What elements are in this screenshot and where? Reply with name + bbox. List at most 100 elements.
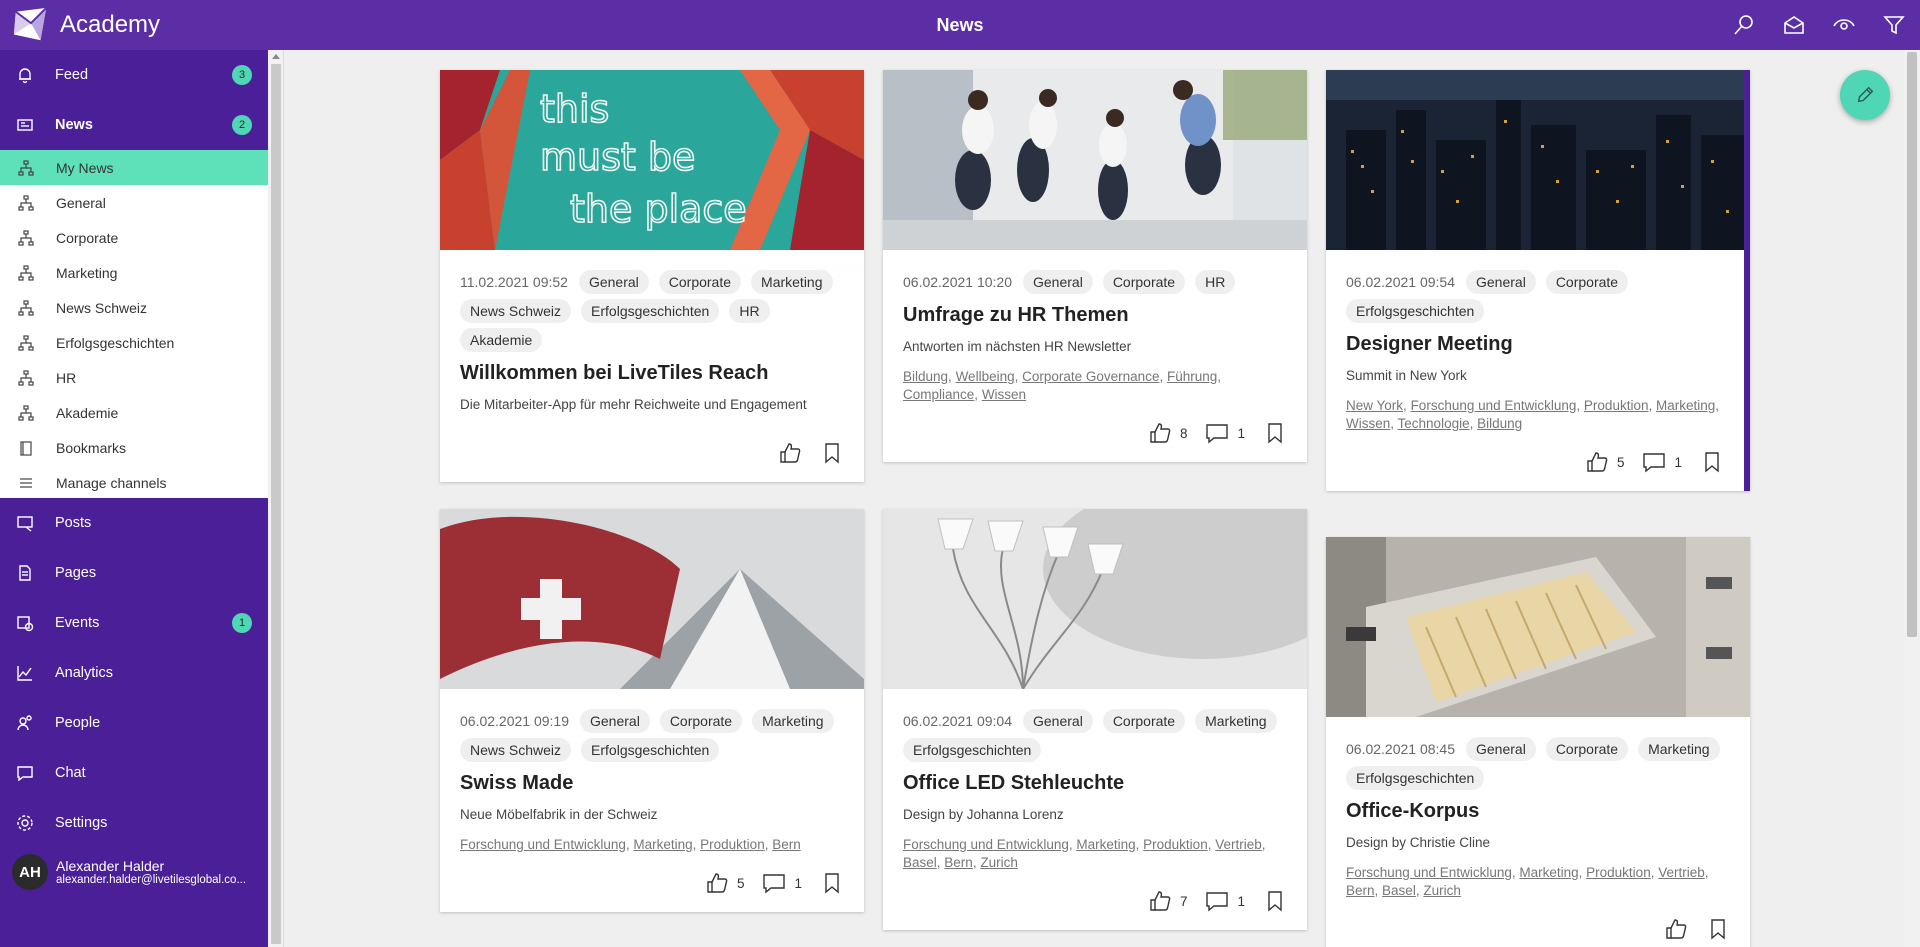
- topic-link[interactable]: Wellbeing: [956, 369, 1015, 384]
- topic-link[interactable]: Marketing: [1656, 398, 1715, 413]
- scrollbar-thumb[interactable]: [271, 64, 281, 944]
- news-card[interactable]: this must be the place 11.02.2021 09:52 G…: [440, 70, 864, 482]
- bookmark-button[interactable]: [1263, 421, 1287, 445]
- sidebar-item-people[interactable]: People: [0, 698, 268, 748]
- channel-tag[interactable]: General: [1466, 737, 1536, 761]
- channel-tag[interactable]: Erfolgsgeschichten: [1346, 299, 1485, 323]
- topic-link[interactable]: Zurich: [1423, 883, 1461, 898]
- sidebar-item-akademie[interactable]: Akademie: [0, 395, 268, 430]
- channel-tag[interactable]: Marketing: [1195, 709, 1277, 733]
- channel-tag[interactable]: General: [1466, 270, 1536, 294]
- sidebar-item-analytics[interactable]: Analytics: [0, 648, 268, 698]
- topic-link[interactable]: Technologie: [1398, 416, 1470, 431]
- comment-button[interactable]: 1: [1642, 450, 1682, 474]
- news-card[interactable]: 06.02.2021 09:54 General Corporate Erfolgsg…: [1326, 70, 1750, 491]
- main-scrollbar[interactable]: [1904, 50, 1920, 947]
- like-button[interactable]: [778, 441, 802, 465]
- channel-tag[interactable]: General: [580, 709, 650, 733]
- sidebar-item-events[interactable]: Events 1: [0, 598, 268, 648]
- channel-tag[interactable]: General: [578, 270, 649, 294]
- card-title[interactable]: Umfrage zu HR Themen: [903, 304, 1287, 327]
- channel-tag[interactable]: Erfolgsgeschichten: [581, 738, 720, 762]
- channel-tag[interactable]: Akademie: [460, 328, 543, 352]
- card-title[interactable]: Willkommen bei LiveTiles Reach: [460, 362, 844, 385]
- sidebar-item-pages[interactable]: Pages: [0, 548, 268, 598]
- search-icon[interactable]: [1732, 13, 1756, 37]
- scroll-up-arrow-icon[interactable]: [272, 54, 280, 59]
- like-button[interactable]: [1664, 917, 1688, 941]
- topic-link[interactable]: Wissen: [982, 387, 1026, 402]
- news-card[interactable]: 06.02.2021 10:20 General Corporate HR Umfra…: [883, 70, 1307, 462]
- card-title[interactable]: Office LED Stehleuchte: [903, 772, 1287, 795]
- topic-link[interactable]: Führung: [1167, 369, 1217, 384]
- comment-button[interactable]: 1: [1205, 421, 1245, 445]
- sidebar-item-feed[interactable]: Feed 3: [0, 50, 268, 100]
- channel-tag[interactable]: Corporate: [1102, 270, 1186, 294]
- filter-icon[interactable]: [1882, 13, 1906, 37]
- sidebar-item-settings[interactable]: Settings: [0, 798, 268, 848]
- sidebar-item-marketing[interactable]: Marketing: [0, 255, 268, 290]
- topic-link[interactable]: Bern: [772, 837, 801, 852]
- sidebar-item-news-schweiz[interactable]: News Schweiz: [0, 290, 268, 325]
- sidebar-item-posts[interactable]: Posts: [0, 498, 268, 548]
- card-title[interactable]: Designer Meeting: [1346, 333, 1724, 356]
- channel-tag[interactable]: General: [1023, 270, 1093, 294]
- like-button[interactable]: 8: [1148, 421, 1187, 445]
- topic-link[interactable]: Bern: [1346, 883, 1375, 898]
- sidebar-item-my-news[interactable]: My News: [0, 150, 268, 185]
- card-title[interactable]: Swiss Made: [460, 772, 844, 795]
- channel-tag[interactable]: HR: [1195, 270, 1236, 294]
- bookmark-button[interactable]: [820, 441, 844, 465]
- brand[interactable]: Academy: [0, 6, 268, 44]
- like-button[interactable]: 5: [705, 871, 744, 895]
- sidebar-item-erfolgsgeschichten[interactable]: Erfolgsgeschichten: [0, 325, 268, 360]
- news-card[interactable]: 06.02.2021 08:45 General Corporate Marketin…: [1326, 537, 1750, 947]
- topic-link[interactable]: Zurich: [980, 855, 1018, 870]
- topic-link[interactable]: Marketing: [1519, 865, 1578, 880]
- compose-post-button[interactable]: [1840, 70, 1890, 120]
- bookmark-button[interactable]: [1700, 450, 1724, 474]
- channel-tag[interactable]: Corporate: [1545, 270, 1629, 294]
- topic-link[interactable]: Bern: [944, 855, 973, 870]
- topic-link[interactable]: Bildung: [903, 369, 948, 384]
- bookmark-button[interactable]: [1706, 917, 1730, 941]
- channel-tag[interactable]: Corporate: [1102, 709, 1186, 733]
- scrollbar-thumb[interactable]: [1907, 52, 1917, 637]
- like-button[interactable]: 7: [1148, 889, 1187, 913]
- topic-link[interactable]: Produktion: [1584, 398, 1649, 413]
- news-card[interactable]: 06.02.2021 09:19 General Corporate Marketin…: [440, 509, 864, 912]
- topic-link[interactable]: Produktion: [700, 837, 765, 852]
- channel-tag[interactable]: HR: [729, 299, 770, 323]
- channel-tag[interactable]: Erfolgsgeschichten: [581, 299, 720, 323]
- channel-tag[interactable]: Marketing: [752, 709, 834, 733]
- topic-link[interactable]: Vertrieb: [1658, 865, 1705, 880]
- channel-tag[interactable]: Corporate: [658, 270, 742, 294]
- channel-tag[interactable]: News Schweiz: [460, 299, 572, 323]
- topic-link[interactable]: Marketing: [633, 837, 692, 852]
- channel-tag[interactable]: Corporate: [659, 709, 743, 733]
- news-card[interactable]: 06.02.2021 09:04 General Corporate Marketin…: [883, 509, 1307, 930]
- channel-tag[interactable]: Marketing: [751, 270, 833, 294]
- topic-link[interactable]: Produktion: [1143, 837, 1208, 852]
- channel-tag[interactable]: Erfolgsgeschichten: [1346, 766, 1485, 790]
- user-profile[interactable]: AH Alexander Halder alexander.halder@liv…: [0, 848, 268, 896]
- channel-tag[interactable]: General: [1023, 709, 1093, 733]
- topic-link[interactable]: Forschung und Entwicklung: [1411, 398, 1577, 413]
- sidebar-item-bookmarks[interactable]: Bookmarks: [0, 430, 268, 465]
- topic-link[interactable]: Vertrieb: [1215, 837, 1262, 852]
- sidebar-item-news[interactable]: News 2: [0, 100, 268, 150]
- topic-link[interactable]: Marketing: [1076, 837, 1135, 852]
- card-title[interactable]: Office-Korpus: [1346, 800, 1730, 823]
- channel-tag[interactable]: Marketing: [1638, 737, 1720, 761]
- sidebar-scrollbar[interactable]: [268, 50, 284, 947]
- topic-link[interactable]: Produktion: [1586, 865, 1651, 880]
- sidebar-item-corporate[interactable]: Corporate: [0, 220, 268, 255]
- comment-button[interactable]: 1: [762, 871, 802, 895]
- channel-tag[interactable]: Erfolgsgeschichten: [903, 738, 1042, 762]
- sidebar-item-hr[interactable]: HR: [0, 360, 268, 395]
- channel-tag[interactable]: News Schweiz: [460, 738, 572, 762]
- topic-link[interactable]: Compliance: [903, 387, 974, 402]
- inbox-icon[interactable]: [1782, 13, 1806, 37]
- sidebar-item-chat[interactable]: Chat: [0, 748, 268, 798]
- eye-icon[interactable]: [1832, 13, 1856, 37]
